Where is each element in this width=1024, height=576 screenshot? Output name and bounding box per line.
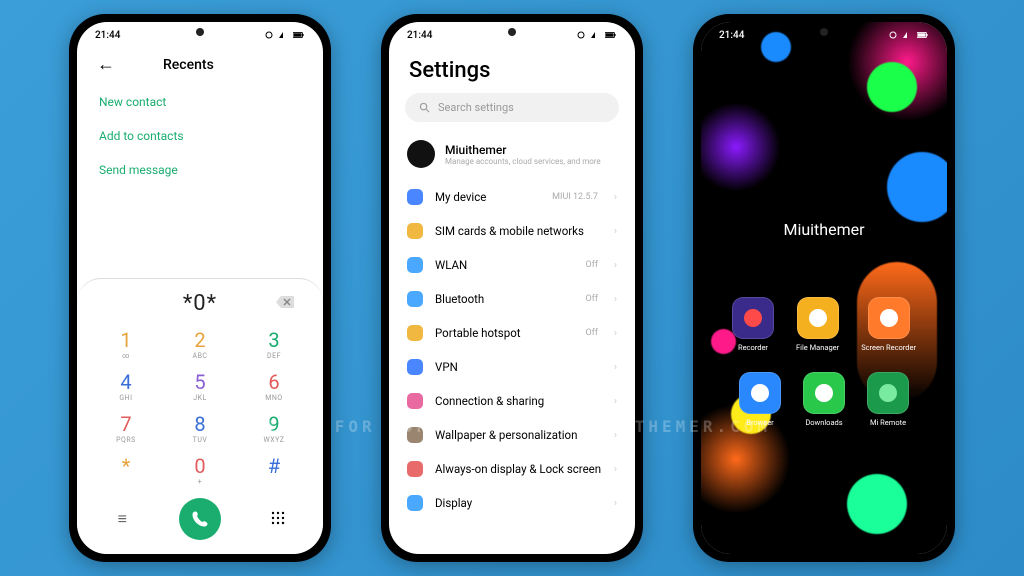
chevron-right-icon: › xyxy=(614,328,617,339)
settings-icon xyxy=(407,495,423,511)
page-title: Recents xyxy=(163,57,214,73)
settings-row[interactable]: SIM cards & mobile networks › xyxy=(407,214,617,248)
search-input[interactable]: Search settings xyxy=(405,93,619,122)
statusbar: 21:44 xyxy=(701,22,947,48)
settings-label: WLAN xyxy=(435,258,574,272)
settings-label: Portable hotspot xyxy=(435,326,574,340)
settings-icon xyxy=(407,461,423,477)
status-icons xyxy=(263,31,305,39)
settings-label: Always-on display & Lock screen xyxy=(435,462,602,476)
settings-icon xyxy=(407,257,423,273)
status-time: 21:44 xyxy=(95,30,120,41)
settings-label: Display xyxy=(435,496,602,510)
key-6[interactable]: 6MNO xyxy=(237,366,311,408)
account-sub: Manage accounts, cloud services, and mor… xyxy=(445,157,601,166)
call-button[interactable] xyxy=(179,498,221,540)
key-4[interactable]: 4GHI xyxy=(89,366,163,408)
key-*[interactable]: * xyxy=(89,450,163,492)
chevron-right-icon: › xyxy=(614,430,617,441)
statusbar: 21:44 xyxy=(77,22,323,48)
app-recorder[interactable]: Recorder xyxy=(732,297,774,352)
phone-settings: 21:44 Settings Search settings Miuitheme… xyxy=(381,14,643,562)
status-icons xyxy=(887,31,929,39)
app-screen-recorder[interactable]: Screen Recorder xyxy=(861,297,916,352)
settings-value: Off xyxy=(586,328,598,338)
chevron-right-icon: › xyxy=(614,260,617,271)
status-time: 21:44 xyxy=(407,30,432,41)
settings-value: Off xyxy=(586,294,598,304)
settings-icon xyxy=(407,393,423,409)
key-1[interactable]: 1∞ xyxy=(89,324,163,366)
status-icons xyxy=(575,31,617,39)
settings-row[interactable]: Connection & sharing › xyxy=(407,384,617,418)
settings-row[interactable]: VPN › xyxy=(407,350,617,384)
settings-title: Settings xyxy=(389,48,635,93)
chevron-right-icon: › xyxy=(614,294,617,305)
phone-home: 21:44 Miuithemer Recorder File Manager Scr… xyxy=(693,14,955,562)
phone-dialer: 21:44 ← Recents New contact Add to conta… xyxy=(69,14,331,562)
app-browser[interactable]: Browser xyxy=(739,372,781,427)
key-7[interactable]: 7PQRS xyxy=(89,408,163,450)
settings-row[interactable]: Wallpaper & personalization › xyxy=(407,418,617,452)
settings-row[interactable]: My device MIUI 12.5.7 › xyxy=(407,180,617,214)
app-mi-remote[interactable]: Mi Remote xyxy=(867,372,909,427)
settings-label: VPN xyxy=(435,360,602,374)
settings-row[interactable]: Always-on display & Lock screen › xyxy=(407,452,617,486)
folder-label: Miuithemer xyxy=(701,220,947,239)
settings-label: Wallpaper & personalization xyxy=(435,428,602,442)
key-9[interactable]: 9WXYZ xyxy=(237,408,311,450)
key-5[interactable]: 5JKL xyxy=(163,366,237,408)
backspace-button[interactable] xyxy=(275,294,295,313)
settings-label: My device xyxy=(435,190,540,204)
dialpad: *0* 1∞2ABC3DEF 4GHI5JKL6MNO 7PQRS8TUV9WXYZ… xyxy=(77,278,323,554)
settings-icon xyxy=(407,325,423,341)
app-file-manager[interactable]: File Manager xyxy=(796,297,839,352)
chevron-right-icon: › xyxy=(614,396,617,407)
settings-row[interactable]: Display › xyxy=(407,486,617,520)
avatar xyxy=(407,140,435,168)
app-downloads[interactable]: Downloads xyxy=(803,372,845,427)
chevron-right-icon: › xyxy=(614,464,617,475)
settings-row[interactable]: Bluetooth Off › xyxy=(407,282,617,316)
action-add-to-contacts[interactable]: Add to contacts xyxy=(99,119,301,153)
menu-button[interactable]: ≡ xyxy=(112,509,132,529)
settings-value: MIUI 12.5.7 xyxy=(552,192,598,202)
settings-label: SIM cards & mobile networks xyxy=(435,224,602,238)
action-new-contact[interactable]: New contact xyxy=(99,85,301,119)
settings-label: Bluetooth xyxy=(435,292,574,306)
home-screen[interactable]: 21:44 Miuithemer Recorder File Manager Scr… xyxy=(701,22,947,554)
action-send-message[interactable]: Send message xyxy=(99,153,301,187)
settings-value: Off xyxy=(586,260,598,270)
grid-button[interactable] xyxy=(268,510,288,529)
settings-icon xyxy=(407,359,423,375)
settings-row[interactable]: WLAN Off › xyxy=(407,248,617,282)
search-placeholder: Search settings xyxy=(438,101,514,114)
key-0[interactable]: 0+ xyxy=(163,450,237,492)
settings-label: Connection & sharing xyxy=(435,394,602,408)
chevron-right-icon: › xyxy=(614,192,617,203)
chevron-right-icon: › xyxy=(614,362,617,373)
settings-icon xyxy=(407,291,423,307)
status-time: 21:44 xyxy=(719,30,744,41)
back-button[interactable]: ← xyxy=(97,54,115,75)
account-row[interactable]: Miuithemer Manage accounts, cloud servic… xyxy=(389,132,635,180)
chevron-right-icon: › xyxy=(614,498,617,509)
dialed-number: *0* xyxy=(183,291,217,316)
settings-row[interactable]: Portable hotspot Off › xyxy=(407,316,617,350)
settings-icon xyxy=(407,427,423,443)
key-#[interactable]: # xyxy=(237,450,311,492)
settings-icon xyxy=(407,223,423,239)
statusbar: 21:44 xyxy=(389,22,635,48)
key-2[interactable]: 2ABC xyxy=(163,324,237,366)
settings-icon xyxy=(407,189,423,205)
key-8[interactable]: 8TUV xyxy=(163,408,237,450)
chevron-right-icon: › xyxy=(614,226,617,237)
key-3[interactable]: 3DEF xyxy=(237,324,311,366)
account-name: Miuithemer xyxy=(445,143,601,157)
